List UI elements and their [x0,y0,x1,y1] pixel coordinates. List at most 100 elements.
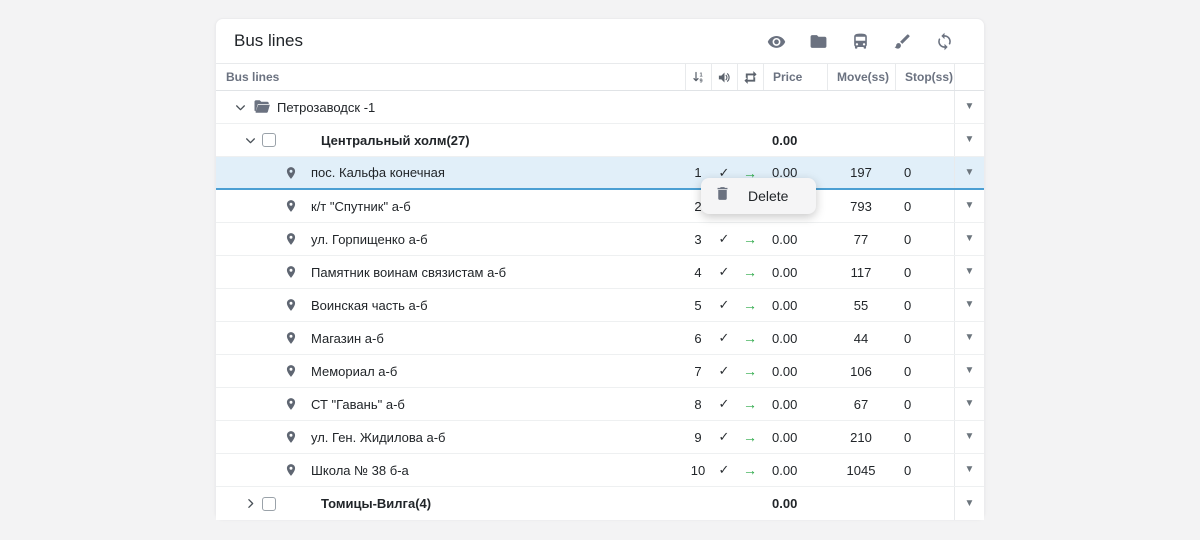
row-menu-caret[interactable]: ▼ [954,124,984,156]
row-menu-caret[interactable]: ▼ [954,289,984,321]
price-cell: 0.00 [763,388,827,420]
eye-icon[interactable] [767,32,786,51]
arrow-cell: → [737,355,763,387]
stop-row[interactable]: СТ "Гавань" а-б8✓→0.00670▼ [216,388,984,421]
stop-row[interactable]: к/т "Спутник" а-б2✓→0.007930▼ [216,190,984,223]
chevron-right-icon[interactable] [244,497,257,510]
caret-down-icon: ▼ [965,168,975,178]
folder-icon[interactable] [809,32,828,51]
refresh-icon[interactable] [935,32,954,51]
chevron-down-icon[interactable] [244,134,257,147]
stop-row[interactable]: Памятник воинам связистам а-б4✓→0.001170… [216,256,984,289]
arrow-cell [737,124,763,156]
check-cell: ✓ [711,421,737,453]
arrow-cell [737,91,763,123]
check-cell: ✓ [711,256,737,288]
caret-down-icon: ▼ [965,135,975,145]
check-cell: ✓ [711,289,737,321]
stop-row[interactable]: Магазин а-б6✓→0.00440▼ [216,322,984,355]
map-pin-icon [284,429,298,445]
move-cell: 55 [827,289,895,321]
stop-row[interactable]: ул. Ген. Жидилова а-б9✓→0.002100▼ [216,421,984,454]
column-header-move: Move(ss) [827,64,895,90]
group-row[interactable]: Центральный холм(27) 0.00 ▼ [216,124,984,157]
stop-row[interactable]: пос. Кальфа конечная1✓→0.001970▼ [216,157,984,190]
stop-row[interactable]: Воинская часть а-б5✓→0.00550▼ [216,289,984,322]
stop-cell [895,91,954,123]
group-checkbox[interactable] [262,497,276,511]
caret-down-icon: ▼ [965,102,975,112]
caret-down-icon: ▼ [965,267,975,277]
group-row[interactable]: Томицы-Вилга(4)0.00▼ [216,487,984,520]
name-cell: пос. Кальфа конечная [216,157,685,188]
price-cell: 0.00 [763,289,827,321]
caret-down-icon: ▼ [965,499,975,509]
repeat-icon[interactable] [737,64,763,90]
context-menu[interactable]: Delete [701,178,816,214]
name-cell: к/т "Спутник" а-б [216,190,685,222]
name-cell: Памятник воинам связистам а-б [216,256,685,288]
num-cell: 10 [685,454,711,486]
table-header: Bus lines 19 Price Move(ss) Stop(ss) [216,63,984,91]
num-cell [685,91,711,123]
folder-row[interactable]: Петрозаводск -1▼ [216,91,984,124]
move-cell [827,91,895,123]
num-cell: 6 [685,322,711,354]
stop-cell: 0 [895,223,954,255]
row-menu-caret[interactable]: ▼ [954,355,984,387]
name-cell: Мемориал а-б [216,355,685,387]
panel-title: Bus lines [234,31,767,51]
row-menu-caret[interactable]: ▼ [954,190,984,222]
move-cell: 44 [827,322,895,354]
stop-row[interactable]: Мемориал а-б7✓→0.001060▼ [216,355,984,388]
column-header-price: Price [763,64,827,90]
move-cell: 67 [827,388,895,420]
price-cell: 0.00 [763,487,827,520]
column-header-menu [954,64,984,90]
row-menu-caret[interactable]: ▼ [954,388,984,420]
stop-row[interactable]: Школа № 38 б-а10✓→0.0010450▼ [216,454,984,487]
stop-cell: 0 [895,256,954,288]
row-menu-caret[interactable]: ▼ [954,91,984,123]
chevron-down-icon[interactable] [234,101,247,114]
price-cell [763,91,827,123]
stop-row[interactable]: ул. Горпищенко а-б3✓→0.00770▼ [216,223,984,256]
name-cell: ул. Горпищенко а-б [216,223,685,255]
map-pin-icon [284,231,298,247]
row-menu-caret[interactable]: ▼ [954,487,984,520]
check-cell [711,91,737,123]
check-cell: ✓ [711,388,737,420]
group-checkbox[interactable] [262,133,276,147]
price-cell: 0.00 [763,256,827,288]
trash-icon [714,185,731,207]
check-cell: ✓ [711,322,737,354]
row-menu-caret[interactable]: ▼ [954,454,984,486]
caret-down-icon: ▼ [965,432,975,442]
bus-lines-panel: Bus lines Bus lines 19 Price Move(ss) St… [215,18,985,519]
move-cell: 793 [827,190,895,222]
row-menu-caret[interactable]: ▼ [954,256,984,288]
volume-icon[interactable] [711,64,737,90]
map-pin-icon [284,297,298,313]
row-menu-caret[interactable]: ▼ [954,421,984,453]
row-label: к/т "Спутник" а-б [311,199,411,214]
move-cell: 197 [827,157,895,188]
stop-cell [895,487,954,520]
price-cell: 0.00 [763,124,827,156]
brush-icon[interactable] [893,32,912,51]
map-pin-icon [284,363,298,379]
row-menu-caret[interactable]: ▼ [954,223,984,255]
arrow-cell [737,487,763,520]
bus-icon[interactable] [851,32,870,51]
row-label: Центральный холм(27) [321,133,470,148]
stop-cell: 0 [895,355,954,387]
name-cell: Магазин а-б [216,322,685,354]
num-cell [685,124,711,156]
move-cell: 1045 [827,454,895,486]
context-menu-item-delete[interactable]: Delete [748,188,788,204]
caret-down-icon: ▼ [965,399,975,409]
arrow-cell: → [737,421,763,453]
row-menu-caret[interactable]: ▼ [954,322,984,354]
row-menu-caret[interactable]: ▼ [954,157,984,188]
sort-numeric-icon[interactable]: 19 [685,64,711,90]
